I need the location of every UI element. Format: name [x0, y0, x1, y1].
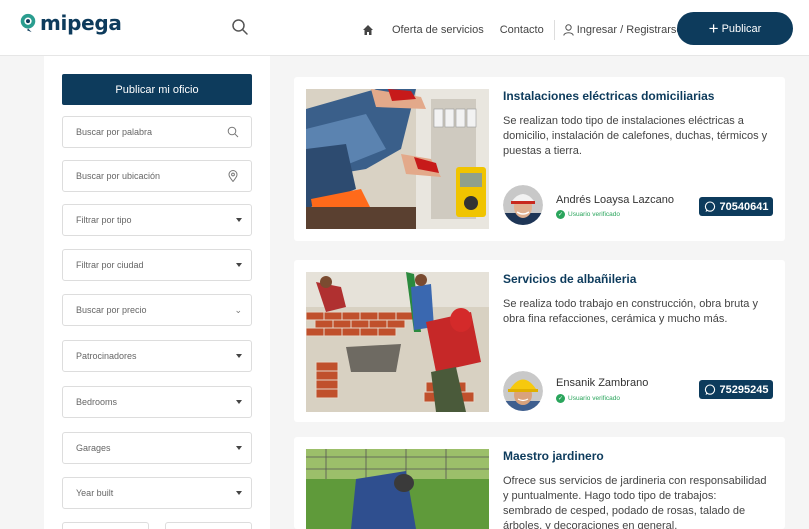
- publish-trade-button[interactable]: Publicar mi oficio: [62, 74, 252, 105]
- year-built-filter-select[interactable]: Year built: [62, 477, 252, 509]
- type-filter-select[interactable]: Filtrar por tipo: [62, 204, 252, 236]
- field-placeholder: Year built: [76, 488, 114, 498]
- nav-divider: [553, 20, 555, 40]
- listing-description: Se realizan todo tipo de instalaciones e…: [503, 115, 768, 157]
- verified-label: Usuario verificado: [568, 211, 621, 218]
- home-icon[interactable]: [362, 24, 374, 36]
- avatar[interactable]: [503, 371, 543, 411]
- check-circle-icon: ✓: [556, 210, 565, 219]
- main-nav: Oferta de servicios Contacto Ingresar / …: [362, 20, 683, 40]
- top-navbar: mipega Oferta de servicios Contacto Ingr…: [0, 0, 809, 56]
- caret-down-icon: [236, 491, 242, 495]
- nav-contact-link[interactable]: Contacto: [500, 24, 544, 36]
- caret-down-icon: [236, 446, 242, 450]
- field-placeholder: Bedrooms: [76, 397, 118, 407]
- field-placeholder: Buscar por ubicación: [76, 171, 161, 181]
- caret-down-icon: [236, 354, 242, 358]
- filter-sidebar: Publicar mi oficio Buscar por palabra Bu…: [44, 56, 270, 529]
- chevron-down-icon: ⌄: [234, 305, 242, 315]
- listing-image-gardener[interactable]: [306, 449, 489, 529]
- listing-description: Ofrece sus servicios de jardineria con r…: [503, 475, 767, 529]
- listing-title[interactable]: Maestro jardinero: [503, 449, 604, 463]
- bedrooms-filter-select[interactable]: Bedrooms: [62, 386, 252, 418]
- location-pin-icon: [228, 170, 238, 182]
- search-icon[interactable]: [231, 18, 249, 36]
- caret-down-icon: [236, 400, 242, 404]
- field-placeholder: Patrocinadores: [76, 351, 137, 361]
- range-max-field[interactable]: [165, 522, 252, 529]
- whatsapp-contact-button[interactable]: 70540641: [699, 197, 773, 216]
- phone-number: 70540641: [719, 200, 769, 213]
- listing-card[interactable]: Instalaciones eléctricas domiciliarias S…: [294, 77, 785, 241]
- logo-text: mipega: [40, 11, 122, 35]
- listing-title[interactable]: Servicios de albañileria: [503, 272, 636, 286]
- avatar[interactable]: [503, 185, 543, 225]
- provider-name[interactable]: Andrés Loaysa Lazcano: [556, 194, 674, 206]
- listing-image-masonry[interactable]: [306, 272, 489, 412]
- user-icon: [563, 24, 574, 36]
- plus-icon: +: [708, 19, 719, 38]
- logo[interactable]: mipega: [18, 11, 122, 35]
- publish-button[interactable]: + Publicar: [677, 12, 793, 45]
- keyword-search-input[interactable]: Buscar por palabra: [62, 116, 252, 148]
- publish-label: Publicar: [721, 22, 762, 35]
- logo-mark-icon: [20, 13, 36, 33]
- field-placeholder: Filtrar por ciudad: [76, 260, 144, 270]
- whatsapp-contact-button[interactable]: 75295245: [699, 380, 773, 399]
- verified-badge: ✓ Usuario verificado: [556, 210, 620, 219]
- nav-services-link[interactable]: Oferta de servicios: [392, 24, 484, 36]
- range-min-field[interactable]: [62, 522, 149, 529]
- whatsapp-icon: [704, 200, 715, 212]
- listing-image-electrician[interactable]: [306, 89, 489, 229]
- login-label: Ingresar / Registrarse: [576, 24, 683, 36]
- listing-card[interactable]: Servicios de albañileria Se realiza todo…: [294, 260, 785, 422]
- location-search-input[interactable]: Buscar por ubicación: [62, 160, 252, 192]
- caret-down-icon: [236, 218, 242, 222]
- check-circle-icon: ✓: [556, 394, 565, 403]
- phone-number: 75295245: [719, 383, 769, 396]
- caret-down-icon: [236, 263, 242, 267]
- field-placeholder: Filtrar por tipo: [76, 215, 132, 225]
- field-placeholder: Buscar por precio: [76, 305, 147, 315]
- city-filter-select[interactable]: Filtrar por ciudad: [62, 249, 252, 281]
- field-placeholder: Buscar por palabra: [76, 127, 153, 137]
- login-link[interactable]: Ingresar / Registrarse: [563, 24, 683, 36]
- listing-card[interactable]: Maestro jardinero Ofrece sus servicios d…: [294, 437, 785, 529]
- search-icon: [227, 126, 239, 138]
- provider-name[interactable]: Ensanik Zambrano: [556, 377, 648, 389]
- verified-badge: ✓ Usuario verificado: [556, 394, 620, 403]
- garages-filter-select[interactable]: Garages: [62, 432, 252, 464]
- field-placeholder: Garages: [76, 443, 111, 453]
- listing-title[interactable]: Instalaciones eléctricas domiciliarias: [503, 89, 714, 103]
- verified-label: Usuario verificado: [568, 395, 621, 402]
- sponsors-filter-select[interactable]: Patrocinadores: [62, 340, 252, 372]
- whatsapp-icon: [704, 383, 715, 395]
- listing-description: Se realiza todo trabajo en construcción,…: [503, 298, 758, 325]
- price-filter-select[interactable]: Buscar por precio ⌄: [62, 294, 252, 326]
